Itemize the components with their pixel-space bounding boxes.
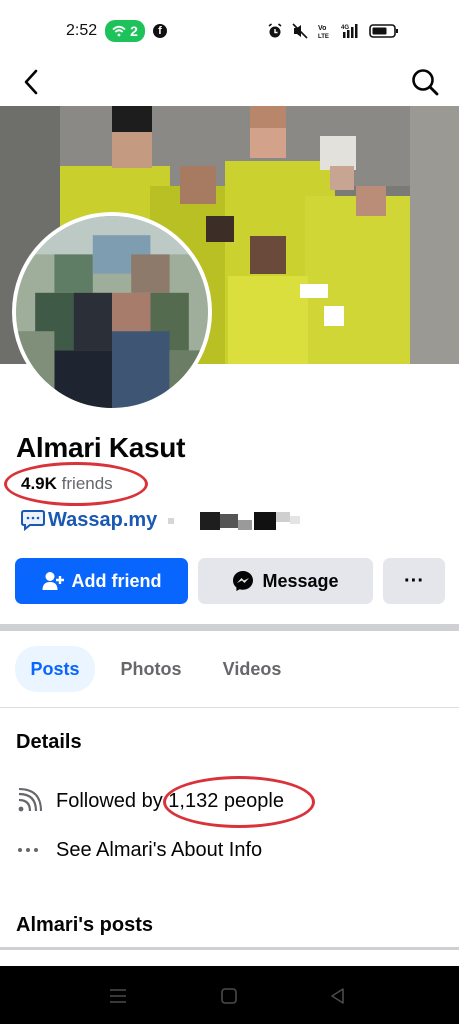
- about-info-row[interactable]: See Almari's About Info: [16, 837, 262, 863]
- system-navigation-bar: [0, 966, 459, 1024]
- bottom-divider: [0, 947, 459, 950]
- more-options-button[interactable]: ···: [383, 558, 445, 604]
- about-info-label: See Almari's About Info: [56, 838, 263, 861]
- message-label: Message: [262, 570, 339, 591]
- top-navigation: [0, 62, 459, 106]
- add-friend-button[interactable]: Add friend: [15, 558, 188, 604]
- menu-icon[interactable]: [108, 986, 128, 1006]
- bio-link-text[interactable]: Wassap.my: [48, 509, 157, 532]
- status-bar: 2:52 2 f Vo LTE 4G: [0, 0, 459, 62]
- signal-icon: 4G: [341, 24, 358, 38]
- system-back-icon[interactable]: [328, 986, 348, 1006]
- wifi-hotspot-badge: 2: [105, 20, 145, 42]
- more-dots-icon: [18, 848, 38, 852]
- alarm-icon: [268, 23, 282, 38]
- volte-icon: Vo LTE: [318, 25, 329, 39]
- search-icon[interactable]: [409, 66, 441, 98]
- tab-posts[interactable]: Posts: [15, 646, 95, 692]
- bio-link[interactable]: Wassap.my: [20, 508, 157, 532]
- back-arrow-icon[interactable]: [16, 66, 48, 98]
- add-friend-label: Add friend: [71, 570, 162, 591]
- messenger-icon: [233, 571, 254, 591]
- svg-text:Vo: Vo: [318, 25, 326, 32]
- profile-name: Almari Kasut: [16, 432, 186, 463]
- followers-annotation-oval: [163, 776, 315, 828]
- mute-icon: [292, 23, 308, 39]
- message-button[interactable]: Message: [198, 558, 373, 604]
- tab-photos[interactable]: Photos: [106, 646, 196, 692]
- more-dots-icon: ···: [404, 569, 424, 592]
- redacted-text: [168, 512, 300, 530]
- battery-icon: [369, 24, 398, 38]
- friends-annotation-oval: [4, 462, 148, 506]
- add-person-icon: [42, 572, 64, 590]
- section-divider: [0, 624, 459, 631]
- wifi-count: 2: [130, 23, 138, 39]
- wifi-icon: [112, 25, 126, 37]
- posts-heading: Almari's posts: [16, 914, 154, 936]
- tab-divider: [0, 707, 459, 708]
- facebook-notification-icon: f: [152, 24, 167, 38]
- status-time: 2:52: [66, 22, 98, 39]
- home-icon[interactable]: [219, 986, 239, 1006]
- details-heading: Details: [16, 731, 82, 753]
- rss-icon: [18, 788, 42, 812]
- svg-text:LTE: LTE: [318, 34, 329, 39]
- tab-videos[interactable]: Videos: [208, 646, 296, 692]
- followed-prefix: Followed by: [56, 789, 163, 812]
- profile-avatar[interactable]: [12, 212, 212, 412]
- speech-bubble-icon: [21, 510, 45, 532]
